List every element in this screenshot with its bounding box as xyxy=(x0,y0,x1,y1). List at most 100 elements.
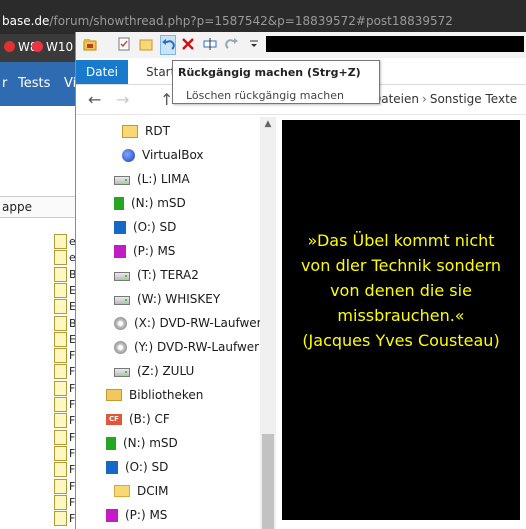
document-icon xyxy=(54,494,67,510)
ribbon-tab-datei[interactable]: Datei xyxy=(76,60,128,84)
preview-quote: »Das Übel kommt nicht von dler Technik s… xyxy=(282,228,520,353)
background-list-char: F xyxy=(69,430,76,444)
quote-line: von denen die sie xyxy=(330,281,472,300)
tree-item-label: (W:) WHISKEY xyxy=(137,292,221,306)
background-list-char: F xyxy=(69,365,76,379)
document-icon xyxy=(54,331,67,347)
tree-item[interactable]: CF (B:) CF xyxy=(106,409,170,429)
quote-line: missbrauchen.« xyxy=(337,306,465,325)
background-list-char: E xyxy=(69,283,76,297)
tree-item[interactable]: Bibliotheken xyxy=(106,385,203,405)
tree-item-label: (O:) SD xyxy=(125,460,169,474)
site-nav-tests[interactable]: Tests xyxy=(18,76,50,91)
browser-tab-w10[interactable]: W10 xyxy=(32,40,73,54)
sd-card-icon xyxy=(114,196,124,210)
background-list-char: E xyxy=(69,300,76,314)
cf-card-icon: CF xyxy=(106,413,122,425)
explorer-app-icon[interactable] xyxy=(82,36,98,52)
tree-item[interactable]: DCIM xyxy=(114,481,169,501)
memory-stick-icon xyxy=(114,244,126,258)
tree-item-label: DCIM xyxy=(137,484,169,498)
properties-icon[interactable] xyxy=(116,36,132,52)
sidebar-header[interactable]: appe xyxy=(0,196,80,218)
flag-icon xyxy=(4,41,15,52)
tree-item[interactable]: (Z:) ZULU xyxy=(114,361,194,381)
background-list-char: F xyxy=(69,495,76,509)
tree-item[interactable]: (P:) MS xyxy=(114,241,175,261)
drive-icon xyxy=(114,296,130,305)
scroll-up-icon[interactable]: ▲ xyxy=(260,117,276,131)
tree-item-label: RDT xyxy=(145,124,170,138)
browser-url[interactable]: base.de/forum/showthread.php?p=1587542&p… xyxy=(2,14,453,28)
background-list-item: F xyxy=(54,364,78,380)
memory-stick-icon xyxy=(106,508,118,522)
new-folder-icon[interactable] xyxy=(138,36,154,52)
document-icon xyxy=(54,445,67,461)
tree-item[interactable]: (T:) TERA2 xyxy=(114,265,199,285)
customize-toolbar-icon[interactable] xyxy=(246,36,262,52)
virtualbox-icon xyxy=(122,148,135,162)
tree-item[interactable]: (X:) DVD-RW-Laufwerk xyxy=(114,313,269,333)
tree-item-label: (N:) mSD xyxy=(123,436,178,450)
library-icon xyxy=(106,389,122,401)
document-icon xyxy=(54,266,67,282)
tree-item[interactable]: (L:) LIMA xyxy=(114,169,190,189)
tree-item-label: (Z:) ZULU xyxy=(137,364,195,378)
redo-icon[interactable] xyxy=(224,36,240,52)
breadcrumb: Dateien › Sonstige Texte xyxy=(372,92,517,106)
back-arrow-icon[interactable]: ← xyxy=(88,90,101,109)
chevron-right-icon: › xyxy=(422,92,427,106)
tree-item[interactable]: (O:) SD xyxy=(114,217,176,237)
breadcrumb-item[interactable]: Sonstige Texte xyxy=(430,92,517,106)
background-list-item: B xyxy=(54,315,78,332)
forward-arrow-icon[interactable]: → xyxy=(116,90,129,109)
background-list-char: e xyxy=(69,251,76,265)
document-icon xyxy=(54,282,67,298)
folder-icon xyxy=(122,124,138,138)
rename-icon[interactable] xyxy=(202,36,218,52)
tree-item[interactable]: (N:) mSD xyxy=(114,193,186,213)
background-list-item: F xyxy=(54,429,78,446)
site-nav-item[interactable]: Vi xyxy=(64,76,76,91)
tree-item-label: (Y:) DVD-RW-Laufwerk xyxy=(134,340,267,354)
document-icon xyxy=(54,462,67,478)
tree-item-label: (P:) MS xyxy=(125,508,168,522)
window-title-redacted xyxy=(266,36,524,52)
ribbon-tab-start[interactable]: Start xyxy=(140,60,175,84)
document-icon xyxy=(54,511,67,527)
document-icon xyxy=(54,429,67,445)
drive-icon xyxy=(114,272,130,281)
document-icon xyxy=(54,397,67,412)
tree-item-label: (P:) MS xyxy=(133,244,176,258)
tree-item-label: (L:) LIMA xyxy=(137,172,190,186)
background-list-item: F xyxy=(54,494,78,511)
tree-item[interactable]: (O:) SD xyxy=(106,457,168,477)
background-list-item: E xyxy=(54,331,78,348)
tree-item[interactable]: (W:) WHISKEY xyxy=(114,289,220,309)
document-icon xyxy=(54,234,67,249)
tooltip-description: Löschen rückgängig machen xyxy=(186,89,344,102)
sd-card-icon xyxy=(106,436,116,450)
sd-card-icon xyxy=(106,460,118,474)
document-icon xyxy=(54,478,67,494)
background-list-char: E xyxy=(69,332,76,346)
background-list-char: e xyxy=(69,235,76,248)
document-icon xyxy=(54,413,67,429)
background-list-char: F xyxy=(69,398,76,411)
tree-item[interactable]: (Y:) DVD-RW-Laufwerk xyxy=(114,337,266,357)
tree-item[interactable]: (N:) mSD xyxy=(106,433,178,453)
quote-line: von dler Technik sondern xyxy=(300,256,502,275)
tree-item[interactable]: RDT xyxy=(122,121,170,141)
background-list-char: F xyxy=(69,446,76,460)
delete-icon[interactable] xyxy=(180,36,196,52)
scrollbar-thumb[interactable] xyxy=(262,434,274,529)
background-list-item: F xyxy=(54,348,78,364)
background-list-char: F xyxy=(69,512,76,526)
site-nav-item[interactable]: r xyxy=(2,76,7,91)
tree-item[interactable]: (P:) MS xyxy=(106,505,167,525)
quote-line: »Das Übel kommt nicht xyxy=(307,231,495,250)
background-list-item: F xyxy=(54,413,78,429)
tree-item-label: (T:) TERA2 xyxy=(137,268,199,282)
tree-item[interactable]: VirtualBox xyxy=(122,145,204,165)
undo-icon[interactable] xyxy=(160,35,176,55)
